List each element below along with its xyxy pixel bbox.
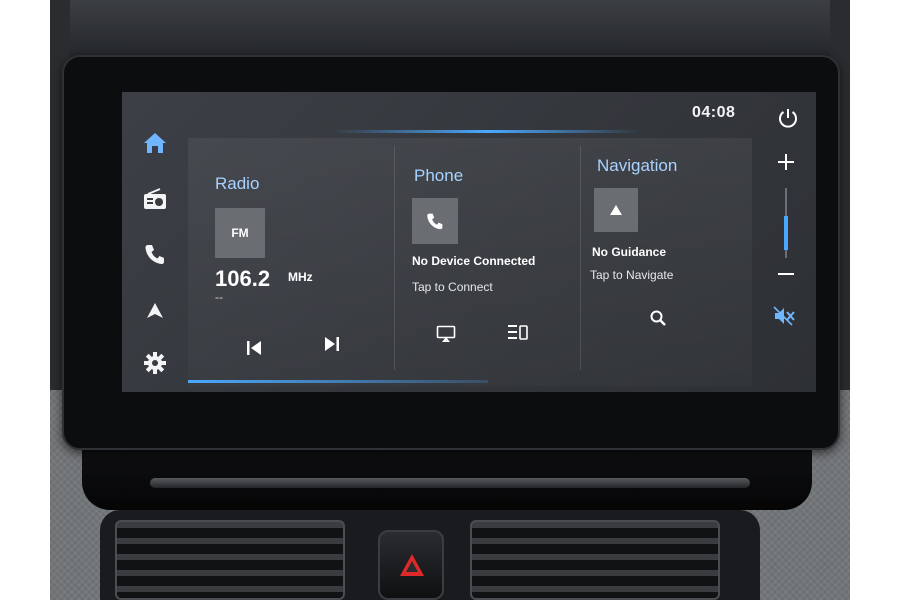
volume-level — [784, 216, 788, 250]
hazard-icon — [400, 554, 424, 576]
dashboard-top — [50, 0, 850, 60]
skip-previous-icon — [247, 341, 261, 355]
screen-mirror-icon — [436, 325, 456, 342]
minus-icon — [778, 273, 794, 275]
frequency-unit: MHz — [288, 270, 313, 284]
gear-icon[interactable] — [140, 348, 170, 378]
top-glow-line — [332, 130, 642, 133]
hazard-button[interactable] — [378, 530, 444, 600]
previous-track-button[interactable] — [240, 334, 268, 362]
phone-hint: Tap to Connect — [412, 280, 493, 294]
navigation-title: Navigation — [597, 156, 678, 175]
sidebar — [122, 92, 188, 392]
air-vent-right — [470, 520, 720, 600]
fm-band-label: FM — [231, 226, 249, 240]
device-list-button[interactable] — [504, 318, 532, 346]
volume-up-button[interactable] — [772, 148, 800, 176]
search-button[interactable] — [644, 304, 672, 332]
phone-title: Phone — [414, 166, 464, 185]
volume-down-button[interactable] — [772, 260, 800, 288]
station-name: -- — [215, 290, 223, 304]
search-icon — [650, 310, 666, 326]
phone-status: No Device Connected — [412, 254, 536, 268]
next-track-button[interactable] — [318, 330, 346, 358]
skip-next-icon — [325, 337, 339, 351]
navigation-tile[interactable] — [594, 188, 638, 232]
trim-chrome-line — [150, 478, 750, 488]
radio-icon[interactable] — [140, 184, 170, 214]
navigation-icon[interactable] — [140, 296, 170, 326]
navigation-arrow-icon — [610, 205, 622, 215]
phone-icon — [427, 213, 443, 230]
infotainment-screen: 04:08 Radio FM 106.2 MHz -- Phone No Dev… — [122, 92, 816, 392]
air-vent-left — [115, 520, 345, 600]
clock: 04:08 — [692, 104, 736, 121]
card-divider — [394, 146, 395, 370]
mute-icon — [773, 306, 795, 326]
screen-mirror-button[interactable] — [432, 320, 460, 348]
navigation-status: No Guidance — [592, 245, 667, 259]
radio-frequency: 106.2 — [215, 266, 271, 291]
phone-icon[interactable] — [140, 239, 170, 269]
fm-band-tile[interactable]: FM — [215, 208, 265, 258]
card-divider — [580, 146, 581, 370]
navigation-hint: Tap to Navigate — [590, 268, 674, 282]
phone-tile[interactable] — [412, 198, 458, 244]
mute-button[interactable] — [770, 302, 798, 330]
power-icon — [779, 109, 797, 128]
bottom-glow-line — [188, 380, 488, 383]
power-button[interactable] — [774, 104, 802, 132]
device-list-icon — [508, 325, 528, 340]
plus-icon — [778, 154, 794, 170]
right-control-bar — [758, 92, 816, 392]
radio-title: Radio — [215, 174, 260, 193]
home-icon[interactable] — [140, 128, 170, 158]
